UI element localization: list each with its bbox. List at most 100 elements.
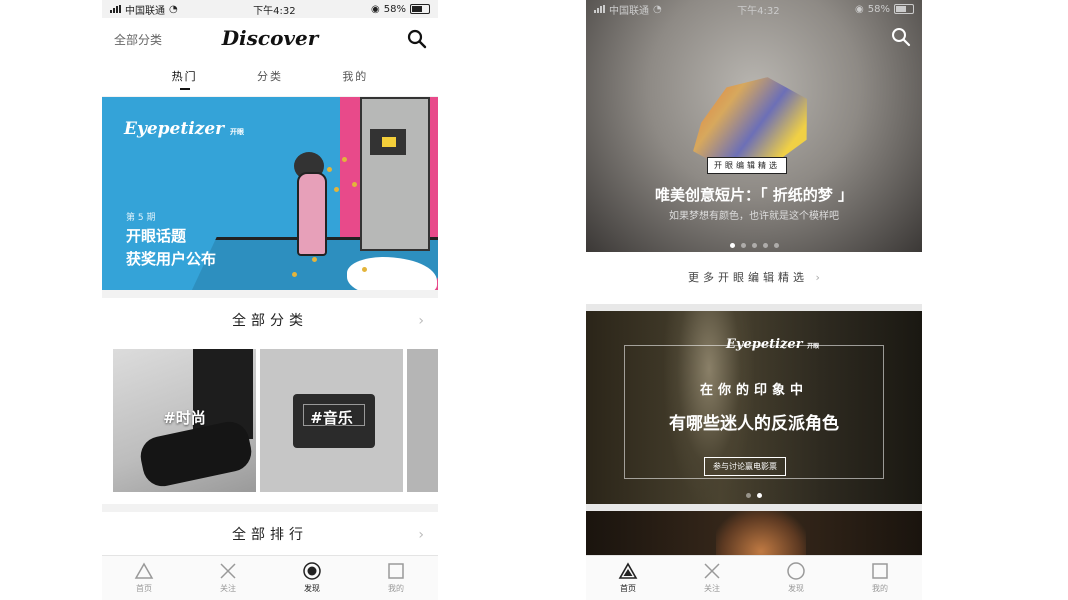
banner-atm-face xyxy=(382,137,396,147)
join-discussion-button[interactable]: 参与讨论赢电影票 xyxy=(704,457,786,476)
nav-label: 关注 xyxy=(220,584,236,593)
next-feed-card[interactable] xyxy=(586,511,922,556)
nav-home[interactable]: 首页 xyxy=(598,556,658,600)
brand-text: Eyepetizer xyxy=(124,119,225,139)
square-icon xyxy=(388,563,404,579)
nav-discover[interactable]: 发现 xyxy=(766,556,826,600)
wifi-icon: ◔ xyxy=(653,3,662,15)
all-categories-header[interactable]: 全部分类 › xyxy=(102,298,438,344)
hero-subtitle: 如果梦想有颜色，也许就是这个模样吧 xyxy=(669,211,839,222)
battery-icon xyxy=(409,4,430,14)
nav-label: 我的 xyxy=(388,584,404,593)
category-card-partial[interactable] xyxy=(407,349,438,492)
hero-pagination xyxy=(586,233,922,252)
battery-percent: 58% xyxy=(867,3,890,15)
feature-line2: 有哪些迷人的反派角色 xyxy=(669,414,839,434)
nav-label: 首页 xyxy=(620,584,636,593)
bottom-nav: 首页 关注 发现 我的 xyxy=(102,555,438,600)
banner-atm xyxy=(360,97,430,251)
nav-follow[interactable]: 关注 xyxy=(198,556,258,600)
search-icon[interactable] xyxy=(406,28,428,50)
coin xyxy=(312,257,317,262)
status-time: 下午4:32 xyxy=(253,5,296,17)
brand-sub: 开眼 xyxy=(230,127,245,136)
section-title: 全部排行 xyxy=(232,527,308,543)
divider xyxy=(586,304,922,311)
search-icon[interactable] xyxy=(890,26,912,48)
tab-mine[interactable]: 我的 xyxy=(342,62,368,96)
coin xyxy=(334,187,339,192)
lock-rotation-icon: ◉ xyxy=(855,3,864,15)
triangle-icon xyxy=(134,562,154,579)
carrier-info: 中国联通 ◔ xyxy=(594,2,662,17)
battery-percent: 58% xyxy=(383,3,406,15)
discover-screen: 中国联通 ◔ 下午4:32 ◉ 58% 全部分类 Discover 热门 分类 … xyxy=(102,0,438,600)
status-bar: 中国联通 ◔ 下午4:32 ◉ 58% xyxy=(102,0,438,18)
status-bar: 中国联通 ◔ 下午4:32 ◉ 58% xyxy=(586,0,922,18)
nav-label: 关注 xyxy=(704,584,720,593)
brand-text: Eyepetizer xyxy=(726,337,803,352)
app-logo: Discover xyxy=(221,26,319,50)
page-dot[interactable] xyxy=(746,493,751,498)
page-dot[interactable] xyxy=(729,243,735,248)
home-screen: 开眼编辑精选 唯美创意短片：「 折纸的梦 」 如果梦想有颜色，也许就是这个模样吧… xyxy=(586,0,922,600)
page-dot[interactable] xyxy=(751,243,757,248)
carrier-info: 中国联通 ◔ xyxy=(110,2,178,17)
coin xyxy=(342,157,347,162)
nav-follow[interactable]: 关注 xyxy=(682,556,742,600)
nav-label: 发现 xyxy=(304,584,320,593)
battery-info: ◉ 58% xyxy=(371,4,430,15)
bottom-nav: 首页 关注 发现 我的 xyxy=(586,555,922,600)
page-dot[interactable] xyxy=(740,243,746,248)
signal-icon xyxy=(110,5,121,13)
tab-category[interactable]: 分类 xyxy=(257,62,283,96)
page-dot[interactable] xyxy=(757,493,762,498)
nav-mine[interactable]: 我的 xyxy=(366,556,426,600)
editor-pick-tag: 开眼编辑精选 xyxy=(707,157,787,174)
page-dot[interactable] xyxy=(773,243,779,248)
category-carousel: #时尚 #音乐 xyxy=(102,344,438,504)
coin xyxy=(362,267,367,272)
nav-mine[interactable]: 我的 xyxy=(850,556,910,600)
section-title: 全部分类 xyxy=(232,313,308,329)
page-dot[interactable] xyxy=(762,243,768,248)
all-rankings-header[interactable]: 全部排行 › xyxy=(102,512,438,558)
coin xyxy=(292,272,297,277)
coin xyxy=(327,167,332,172)
feature-line1: 在你的印象中 xyxy=(699,383,808,398)
chevron-right-icon: › xyxy=(418,313,424,329)
topic-feature-card[interactable]: Eyepetizer 开眼 在你的印象中 有哪些迷人的反派角色 参与讨论赢电影票 xyxy=(586,311,922,504)
category-label: #音乐 xyxy=(310,409,353,427)
nav-discover[interactable]: 发现 xyxy=(282,556,342,600)
tab-hot[interactable]: 热门 xyxy=(172,62,198,96)
cross-icon xyxy=(220,563,236,579)
coin xyxy=(352,182,357,187)
feature-pagination xyxy=(586,483,922,502)
brand-logo: Eyepetizer 开眼 xyxy=(124,119,244,139)
card-image-bag xyxy=(137,418,255,490)
editor-pick-hero[interactable]: 开眼编辑精选 唯美创意短片：「 折纸的梦 」 如果梦想有颜色，也许就是这个模样吧 xyxy=(586,0,922,252)
category-card-music[interactable]: #音乐 xyxy=(260,349,403,492)
circle-icon xyxy=(787,562,805,580)
more-editor-picks-link[interactable]: 更多开眼编辑精选 › xyxy=(586,252,922,304)
square-icon xyxy=(872,563,888,579)
category-card-fashion[interactable]: #时尚 xyxy=(113,349,256,492)
nav-label: 我的 xyxy=(872,584,888,593)
nav-home[interactable]: 首页 xyxy=(114,556,174,600)
tab-bar: 热门 分类 我的 xyxy=(102,62,438,96)
status-time: 下午4:32 xyxy=(737,5,780,17)
carrier-name: 中国联通 xyxy=(125,5,165,17)
feed-image xyxy=(716,511,806,556)
chevron-right-icon: › xyxy=(815,271,820,284)
promo-banner[interactable]: Eyepetizer 开眼 第 5 期 开眼话题 获奖用户公布 xyxy=(102,97,438,290)
brand-logo: Eyepetizer 开眼 xyxy=(726,337,819,352)
cross-icon xyxy=(704,563,720,579)
issue-label: 第 5 期 xyxy=(126,213,156,223)
top-header: 全部分类 Discover xyxy=(102,18,438,62)
triangle-icon xyxy=(618,562,638,579)
battery-info: ◉ 58% xyxy=(855,4,914,15)
lock-rotation-icon: ◉ xyxy=(371,3,380,15)
banner-title-line1: 开眼话题 xyxy=(126,227,187,245)
more-label: 更多开眼编辑精选 xyxy=(688,271,809,284)
hero-title: 唯美创意短片：「 折纸的梦 」 xyxy=(655,186,853,204)
